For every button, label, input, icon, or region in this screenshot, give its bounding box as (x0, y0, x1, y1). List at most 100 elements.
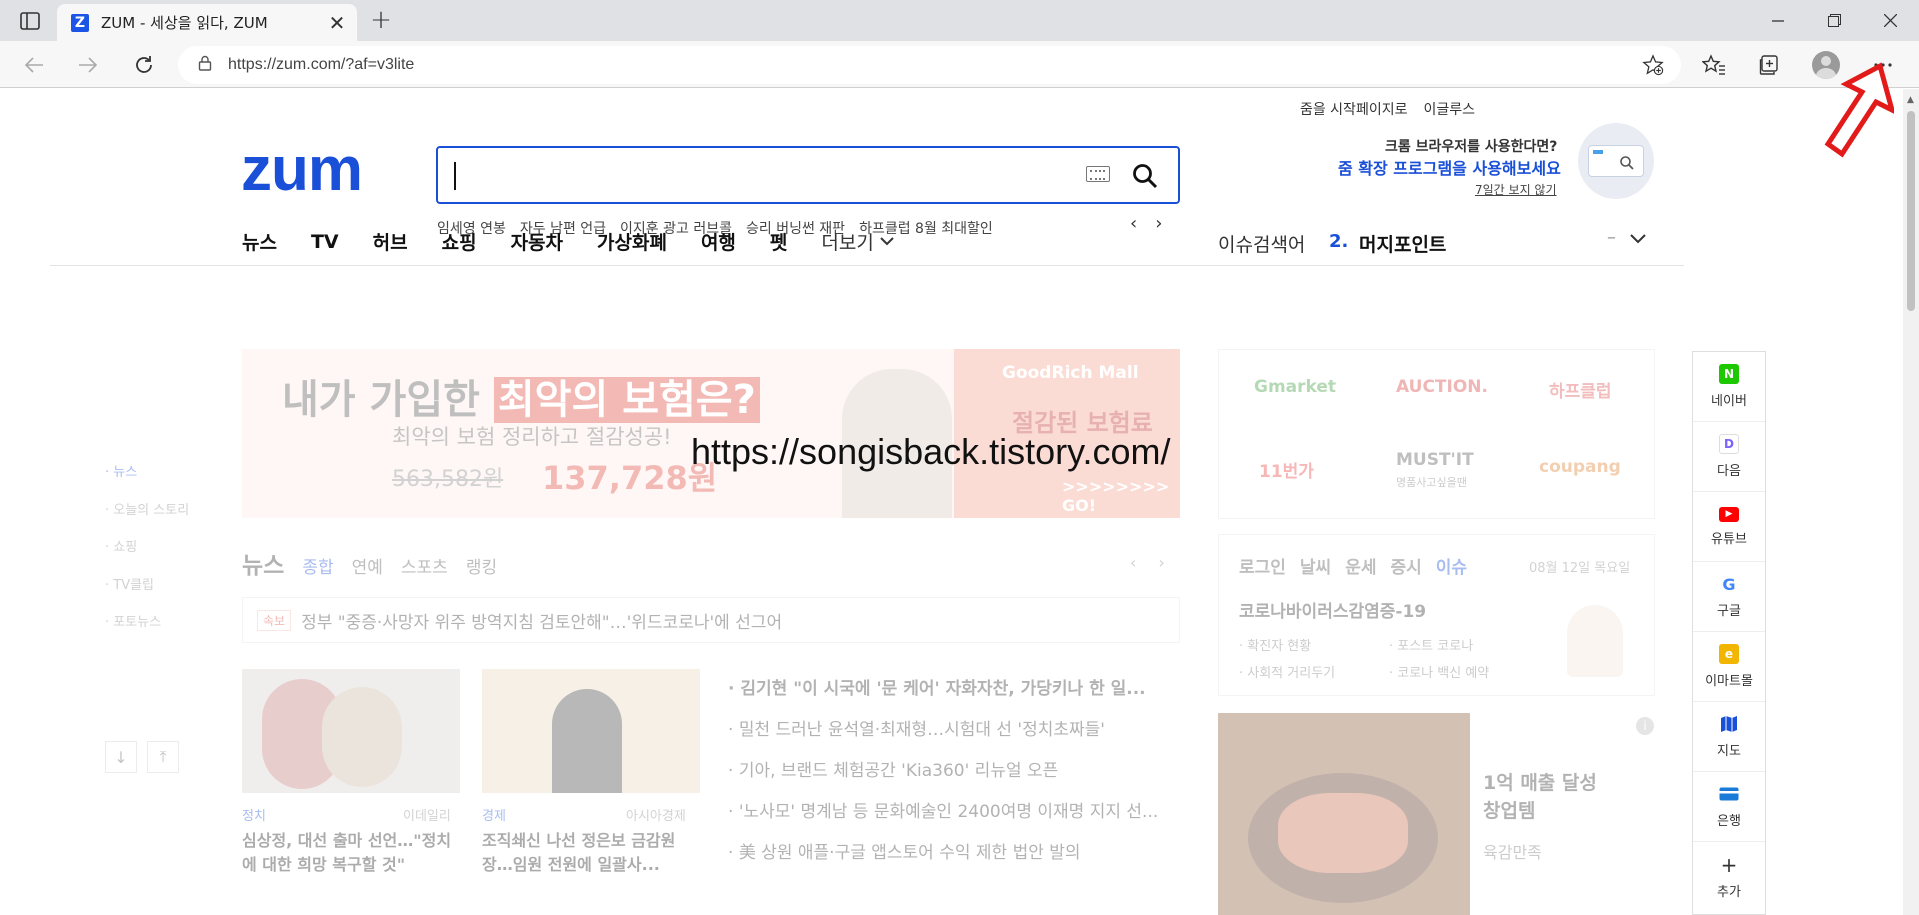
close-icon[interactable]: ✕ (327, 11, 347, 35)
info-tab-issue[interactable]: 이슈 (1436, 553, 1467, 578)
arrow-top-icon[interactable]: ⤒ (147, 741, 179, 773)
info-link[interactable]: · 사회적 거리두기 (1239, 662, 1335, 681)
info-link[interactable]: · 확진자 현황 (1239, 635, 1311, 654)
headline-item[interactable]: · 기아, 브랜드 체험공간 'Kia360' 리뉴얼 오픈 (728, 751, 1158, 792)
browser-mini-icon (1588, 145, 1644, 177)
plus-icon[interactable]: + (366, 5, 396, 35)
address-bar[interactable]: https://zum.com/?af=v3lite (178, 46, 1681, 84)
quick-link-daum[interactable]: D 다음 (1693, 422, 1765, 492)
promo-line2[interactable]: 줌 확장 프로그램을 사용해보세요 (1338, 155, 1561, 179)
news-tab-ranking[interactable]: 랭킹 (466, 553, 497, 578)
quick-link-emart[interactable]: e 이마트몰 (1693, 632, 1765, 702)
restore-icon[interactable] (1806, 0, 1862, 41)
shop-link-gmarket[interactable]: Gmarket (1254, 377, 1336, 397)
quick-link-naver[interactable]: N 네이버 (1693, 352, 1765, 422)
browser-tab[interactable]: Z ZUM - 세상을 읽다, ZUM ✕ (57, 4, 357, 41)
info-tab-stocks[interactable]: 증시 (1390, 553, 1421, 578)
daum-icon: D (1719, 434, 1739, 454)
headline-item[interactable]: · 김기현 "이 시국에 '문 케어' 자화자찬, 가당키나 한 일... (728, 669, 1158, 710)
minimize-icon[interactable] (1750, 0, 1806, 41)
breaking-text: 정부 "중증·사망자 위주 방역지침 검토안해"…'위드코로나'에 선그어 (301, 612, 783, 633)
info-tab-fortune[interactable]: 운세 (1345, 553, 1376, 578)
arrow-down-icon[interactable]: ↓ (105, 741, 137, 773)
side-nav-item[interactable]: · 오늘의 스토리 (105, 492, 189, 530)
side-nav-buttons: ↓ ⤒ (105, 741, 179, 773)
banner-headline: 내가 가입한 최악의 보험은? (282, 367, 760, 425)
quick-link-youtube[interactable]: ▶ 유튜브 (1693, 492, 1765, 562)
news-tab-all[interactable]: 종합 (302, 553, 333, 578)
collections-icon[interactable] (1752, 48, 1786, 82)
side-nav-item[interactable]: · 뉴스 (105, 454, 189, 492)
extension-promo-image[interactable] (1578, 123, 1654, 199)
promo-line1: 크롬 브라우저를 사용한다면? (1385, 139, 1558, 155)
ad-food-image[interactable] (1218, 713, 1470, 915)
info-icon[interactable]: i (1636, 717, 1654, 735)
sidebar-toggle-icon[interactable] (12, 8, 48, 34)
forward-icon[interactable] (71, 48, 105, 82)
quick-link-add[interactable]: + 추가 (1693, 842, 1765, 912)
keyboard-icon[interactable] (1086, 166, 1110, 182)
headline-item[interactable]: · 美 상원 애플·구글 앱스토어 수익 제한 법안 발의 (728, 833, 1158, 874)
minus-icon[interactable]: – (1607, 227, 1616, 248)
news-tab-entertainment[interactable]: 연예 (352, 553, 383, 578)
nav-more-button[interactable]: 더보기 (821, 228, 894, 255)
info-tab-weather[interactable]: 날씨 (1300, 553, 1331, 578)
nav-item-travel[interactable]: 여행 (701, 228, 736, 255)
shop-link-coupang[interactable]: coupang (1539, 457, 1621, 477)
nav-item-car[interactable]: 자동차 (511, 228, 563, 255)
page-scrollbar[interactable]: ▲ (1903, 89, 1919, 915)
news-card-title[interactable]: 조직쇄신 나선 정은보 금감원장…임원 전원에 일괄사... (482, 829, 702, 877)
close-window-icon[interactable] (1862, 0, 1918, 41)
headline-item[interactable]: · '노사모' 명계남 등 문화예술인 2400여명 이재명 지지 선... (728, 792, 1158, 833)
nav-item-crypto[interactable]: 가상화폐 (597, 228, 667, 255)
scrollbar-thumb[interactable] (1907, 111, 1915, 311)
shop-link-11st[interactable]: 11번가 (1259, 457, 1314, 482)
chevron-left-icon[interactable]: ‹ (1130, 213, 1137, 234)
lock-icon[interactable] (198, 55, 212, 75)
news-card-title[interactable]: 심상정, 대선 출마 선언…"정치에 대한 희망 복구할 것" (242, 829, 462, 877)
breaking-news[interactable]: 속보 정부 "중증·사망자 위주 방역지침 검토안해"…'위드코로나'에 선그어 (242, 597, 1180, 643)
nav-item-news[interactable]: 뉴스 (242, 228, 277, 255)
chevron-left-icon[interactable]: ‹ (1130, 553, 1136, 572)
headline-list: · 김기현 "이 시국에 '문 케어' 자화자찬, 가당키나 한 일... · … (728, 669, 1158, 874)
url-text[interactable]: https://zum.com/?af=v3lite (228, 56, 414, 74)
nav-item-shopping[interactable]: 쇼핑 (442, 228, 477, 255)
egloos-link[interactable]: 이글루스 (1423, 99, 1475, 119)
add-favorite-icon[interactable] (1636, 48, 1670, 82)
promo-hide-link[interactable]: 7일간 보지 않기 (1475, 181, 1557, 198)
ad-title[interactable]: 1억 매출 달성 창업템 (1483, 769, 1597, 825)
side-nav-item[interactable]: · 쇼핑 (105, 529, 189, 567)
shop-link-auction[interactable]: AUCTION. (1396, 377, 1488, 397)
side-nav-item[interactable]: · 포토뉴스 (105, 604, 189, 642)
back-icon[interactable] (17, 48, 51, 82)
chevron-down-icon[interactable] (1630, 234, 1646, 244)
quick-link-map[interactable]: 지도 (1693, 702, 1765, 772)
info-link[interactable]: · 포스트 코로나 (1389, 635, 1473, 654)
zum-logo[interactable]: zum (241, 139, 363, 201)
set-homepage-link[interactable]: 줌을 시작페이지로 (1300, 99, 1408, 119)
search-input[interactable] (436, 146, 1180, 204)
info-link-label: 사회적 거리두기 (1247, 666, 1336, 681)
search-icon[interactable] (1130, 161, 1160, 191)
headline-item[interactable]: · 밀천 드러난 윤석열·최재형…시험대 선 '정치초짜들' (728, 710, 1158, 751)
news-thumbnail[interactable] (482, 669, 700, 793)
news-thumbnail[interactable] (242, 669, 460, 793)
nav-item-tv[interactable]: TV (311, 231, 339, 253)
refresh-icon[interactable] (127, 48, 161, 82)
favorites-icon[interactable] (1697, 48, 1731, 82)
scroll-up-icon[interactable]: ▲ (1907, 95, 1914, 105)
side-nav-item[interactable]: · TV클립 (105, 567, 189, 605)
nav-item-pet[interactable]: 펫 (770, 228, 787, 255)
info-tab-login[interactable]: 로그인 (1239, 553, 1286, 578)
news-tab-sports[interactable]: 스포츠 (401, 553, 448, 578)
quick-link-google[interactable]: G 구글 (1693, 562, 1765, 632)
issue-keyword[interactable]: 머지포인트 (1359, 230, 1446, 257)
info-title[interactable]: 코로나바이러스감염증-19 (1239, 597, 1426, 622)
chevron-right-icon[interactable]: › (1155, 213, 1162, 234)
chevron-right-icon[interactable]: › (1158, 553, 1164, 572)
shop-link-mustit[interactable]: MUST'IT (1396, 450, 1474, 470)
nav-item-hub[interactable]: 허브 (373, 228, 408, 255)
shop-link-halfclub[interactable]: 하프클럽 (1549, 377, 1612, 402)
info-link[interactable]: · 코로나 백신 예약 (1389, 662, 1489, 681)
quick-link-bank[interactable]: 은행 (1693, 772, 1765, 842)
